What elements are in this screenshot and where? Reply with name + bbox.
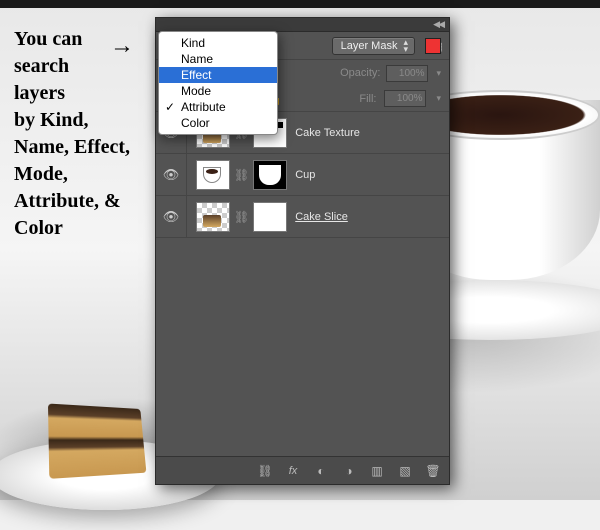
layer-name[interactable]: Cake Texture — [295, 127, 360, 139]
fill-label: Fill: — [359, 93, 376, 105]
chevron-down-icon[interactable]: ▾ — [436, 68, 441, 79]
filter-type-menu: Kind Name Effect Mode ✓Attribute Color — [158, 31, 278, 135]
annotation-arrow-icon: → — [110, 32, 134, 60]
stepper-icon: ▴▾ — [403, 39, 408, 53]
fx-icon[interactable]: fx — [285, 465, 301, 477]
fill-input[interactable]: 100% — [384, 90, 426, 107]
mask-icon[interactable]: ◐ — [313, 464, 329, 478]
link-layers-icon[interactable]: ⛓ — [257, 464, 273, 478]
layer-name[interactable]: Cup — [295, 169, 315, 181]
layers-list: 👁 ↳ ⛓ Cake Texture 👁 ⛓ Cup 👁 — [156, 112, 449, 456]
chevron-down-icon[interactable]: ▾ — [436, 93, 441, 104]
new-layer-icon[interactable]: ▧ — [397, 464, 413, 478]
layer-row[interactable]: 👁 ⛓ Cup — [156, 154, 449, 196]
link-icon[interactable]: ⛓ — [234, 210, 249, 224]
visibility-toggle-icon[interactable]: 👁 — [162, 167, 180, 183]
opacity-label: Opacity: — [340, 67, 380, 79]
filter-option-mode[interactable]: Mode — [159, 83, 277, 99]
filter-option-label: Attribute — [181, 100, 226, 114]
filter-option-effect[interactable]: Effect — [159, 67, 277, 83]
app-toolbar — [0, 0, 600, 8]
filter-value-dropdown[interactable]: Layer Mask ▴▾ — [332, 37, 415, 55]
layer-filter-row: Kind Name Effect Mode ✓Attribute Color L… — [156, 32, 449, 60]
link-icon[interactable]: ⛓ — [234, 168, 249, 182]
mask-thumb[interactable] — [253, 202, 287, 232]
panel-tab-bar: ◀◀ — [156, 18, 449, 32]
layer-name[interactable]: Cake Slice — [295, 211, 348, 223]
visibility-toggle-icon[interactable]: 👁 — [162, 209, 180, 225]
filter-toggle-swatch[interactable] — [425, 38, 441, 54]
panel-footer: ⛓ fx ◐ ◑ ▥ ▧ 🗑 — [156, 456, 449, 484]
opacity-input[interactable]: 100% — [386, 65, 428, 82]
layer-thumb[interactable] — [196, 160, 230, 190]
collapse-icon[interactable]: ◀◀ — [433, 19, 443, 30]
filter-option-name[interactable]: Name — [159, 51, 277, 67]
filter-option-kind[interactable]: Kind — [159, 35, 277, 51]
trash-icon[interactable]: 🗑 — [425, 464, 441, 478]
filter-value-label: Layer Mask — [341, 40, 398, 52]
group-icon[interactable]: ▥ — [369, 464, 385, 478]
layer-row[interactable]: 👁 ⛓ Cake Slice — [156, 196, 449, 238]
mask-thumb[interactable] — [253, 160, 287, 190]
filter-option-attribute[interactable]: ✓Attribute — [159, 99, 277, 115]
adjustment-icon[interactable]: ◑ — [341, 464, 357, 478]
layer-thumb[interactable] — [196, 202, 230, 232]
filter-option-color[interactable]: Color — [159, 115, 277, 131]
layers-panel: ◀◀ ▤ Kind Name Effect Mode ✓Attribute Co… — [155, 17, 450, 485]
